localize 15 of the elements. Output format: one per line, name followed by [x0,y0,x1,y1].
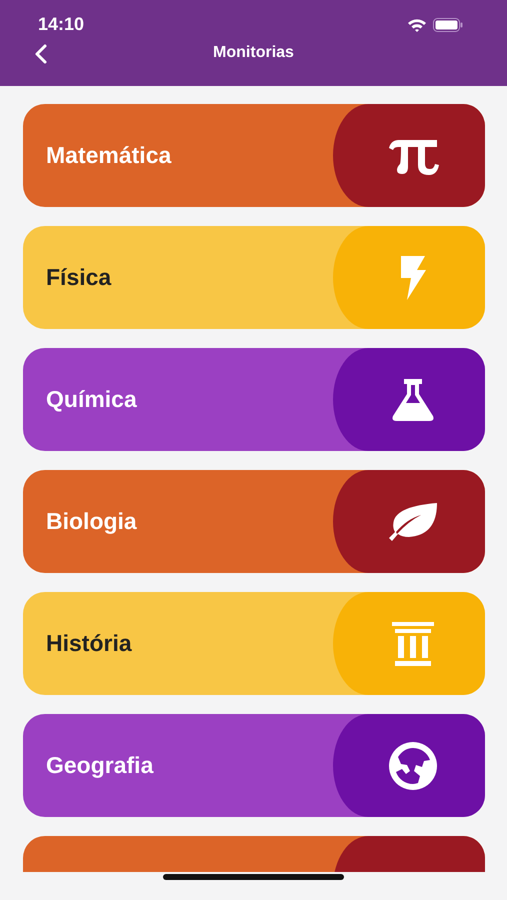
subject-card[interactable]: Biologia [23,470,485,573]
subject-card[interactable]: Matemática [23,104,485,207]
subject-card[interactable]: História [23,592,485,695]
status-time: 14:10 [38,14,84,35]
subject-card[interactable]: Geografia [23,714,485,817]
wifi-icon [407,18,427,32]
lightning-bolt-icon [399,256,427,300]
subject-card[interactable]: Química [23,348,485,451]
subject-card[interactable]: Física [23,226,485,329]
flask-icon [390,376,436,422]
screen-title: Monitorias [213,44,294,62]
globe-icon [388,740,438,790]
column-icon [392,622,434,666]
leaf-icon [387,500,439,542]
battery-icon [433,18,463,32]
